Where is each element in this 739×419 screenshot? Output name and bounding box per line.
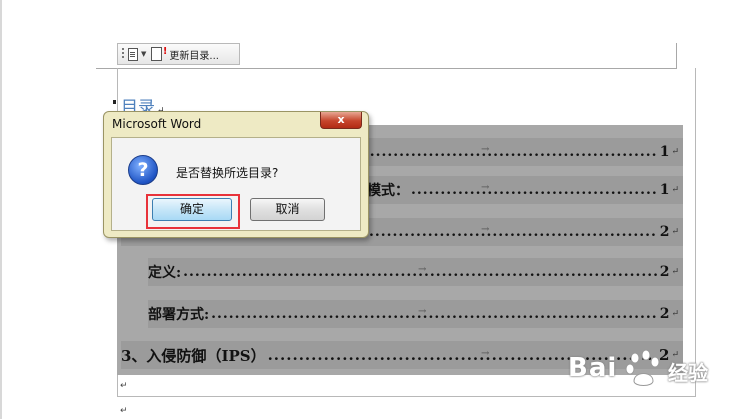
paragraph-mark: ↵	[120, 406, 128, 416]
tab-arrow-icon: →	[481, 144, 490, 155]
paragraph-mark: ↵	[120, 381, 128, 391]
dialog-title: Microsoft Word	[112, 117, 202, 131]
leader-dots	[411, 182, 658, 198]
ok-button[interactable]: 确定	[152, 198, 232, 221]
tab-arrow-icon: →	[418, 306, 427, 317]
leader-dots	[211, 306, 658, 322]
watermark-sub: 经验	[668, 361, 708, 385]
toc-entry[interactable]: 定义: 2↵ →	[148, 258, 683, 286]
toc-field-toolbar: ▼ 更新目录...	[117, 43, 240, 65]
tab-arrow-icon: →	[481, 224, 490, 235]
cancel-button[interactable]: 取消	[250, 198, 325, 221]
tab-arrow-icon: →	[481, 348, 490, 359]
tab-arrow-icon: →	[418, 264, 427, 275]
toc-document-icon[interactable]	[128, 47, 138, 61]
chevron-down-icon[interactable]: ▼	[141, 50, 146, 58]
leader-dots	[369, 224, 658, 240]
close-icon: x	[337, 113, 345, 126]
update-toc-button[interactable]: 更新目录...	[169, 47, 219, 62]
toc-entry[interactable]: 部署方式: 2↵ →	[148, 300, 683, 328]
tab-arrow-icon: →	[481, 182, 490, 193]
page-edge	[0, 0, 2, 419]
dialog-body: ? 是否替换所选目录? 确定 取消	[111, 137, 361, 231]
update-toc-icon[interactable]	[151, 46, 167, 61]
close-button[interactable]: x	[320, 112, 362, 129]
replace-toc-dialog: Microsoft Word x ? 是否替换所选目录? 确定 取消	[103, 111, 369, 238]
question-icon: ?	[128, 155, 158, 185]
margin-guide-right	[676, 43, 677, 69]
selection-marker	[113, 100, 116, 104]
dialog-message: 是否替换所选目录?	[176, 166, 279, 180]
watermark-brand: Bai	[568, 353, 618, 383]
drag-grip-icon[interactable]	[122, 48, 124, 60]
paw-logo-icon	[625, 349, 660, 386]
baidu-jingyan-watermark: Bai 经验	[568, 343, 733, 399]
